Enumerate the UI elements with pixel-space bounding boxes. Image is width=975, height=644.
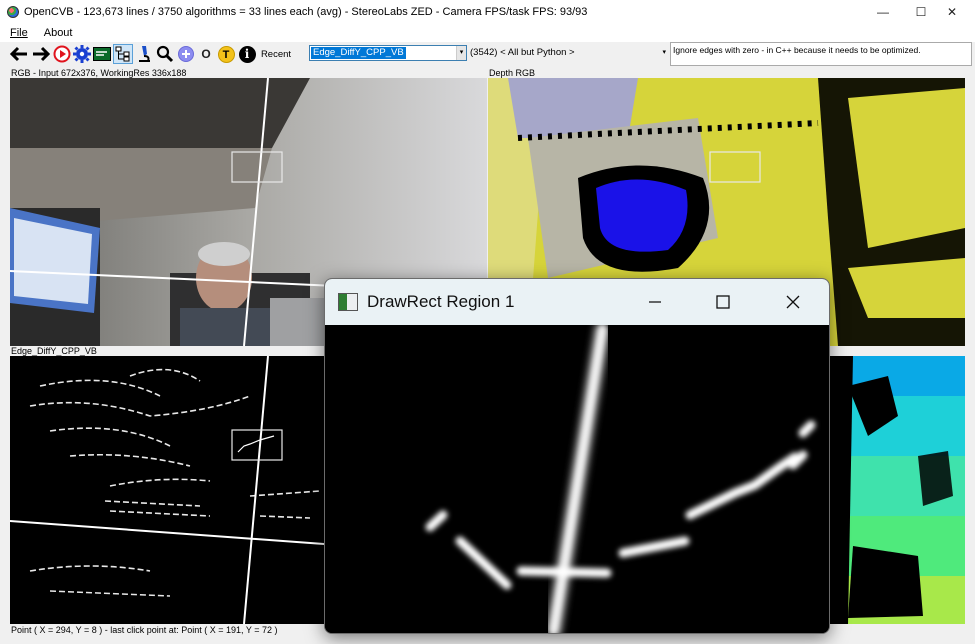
forward-button[interactable] [30,44,52,64]
menu-about[interactable]: About [36,27,81,39]
magnify-button[interactable] [155,44,175,64]
maximize-icon [716,295,730,309]
magnifier-icon [156,45,174,63]
popup-title-bar[interactable]: DrawRect Region 1 [325,279,829,325]
minimize-icon: — [877,5,889,19]
close-button[interactable]: ✕ [929,0,975,24]
zoomed-edge-image [325,323,829,633]
tree-view-button[interactable] [113,44,133,64]
window-title: OpenCVB - 123,673 lines / 3750 algorithm… [24,6,588,18]
recent-button[interactable]: Recent [259,44,293,64]
close-icon [786,295,800,309]
settings-button[interactable] [72,44,92,64]
maximize-icon: ☐ [915,5,927,19]
pixel-viewer-button[interactable] [134,44,154,64]
menu-bar: File About [0,24,975,42]
depth-colormap-panel[interactable] [828,356,965,624]
translate-button[interactable]: T [216,44,236,64]
app-logo-icon [7,6,19,18]
drawrect-region-window: DrawRect Region 1 [324,278,830,634]
minimize-icon [649,301,661,303]
popup-title: DrawRect Region 1 [367,292,515,311]
info-icon: i [238,45,256,63]
chevron-down-icon[interactable]: ▾ [662,45,666,61]
info-button[interactable]: i [237,44,257,64]
zoomed-edge-region[interactable] [325,323,829,633]
overlay-button[interactable]: O [197,44,215,64]
recent-label: Recent [260,48,292,60]
algorithm-select-value: Edge_DiffY_CPP_VB [311,47,406,59]
gear-icon [73,45,91,63]
popup-maximize-button[interactable] [688,279,758,325]
title-bar: OpenCVB - 123,673 lines / 3750 algorithm… [0,0,975,24]
microscope-icon [139,46,150,62]
popup-close-button[interactable] [758,279,828,325]
arrow-right-icon [33,46,51,62]
image-window-icon [338,293,358,311]
tree-icon [115,46,130,62]
algorithm-select[interactable]: Edge_DiffY_CPP_VB ▾ [309,45,467,61]
terminal-icon [93,47,111,61]
status-bar-text: Point ( X = 294, Y = 8 ) - last click po… [11,625,278,635]
menu-file[interactable]: File [0,27,36,39]
depth-colormap-image [828,356,965,624]
group-select-value: (3542) < All but Python > [470,47,575,58]
chevron-down-icon[interactable]: ▾ [456,46,466,60]
opencvb-window: OpenCVB - 123,673 lines / 3750 algorithm… [0,0,975,644]
arrow-left-icon [9,46,27,62]
algorithm-description: Ignore edges with zero - in C++ because … [670,42,972,66]
group-select[interactable]: (3542) < All but Python > ▾ [468,45,668,61]
run-button[interactable] [52,44,72,64]
test-all-button[interactable] [92,44,112,64]
letter-t-icon: T [217,45,235,63]
plus-circle-icon [178,46,194,62]
add-button[interactable] [176,44,196,64]
letter-o-icon: O [201,47,211,61]
close-icon: ✕ [946,5,958,19]
back-button[interactable] [8,44,30,64]
play-icon [53,45,71,63]
popup-minimize-button[interactable] [620,279,690,325]
